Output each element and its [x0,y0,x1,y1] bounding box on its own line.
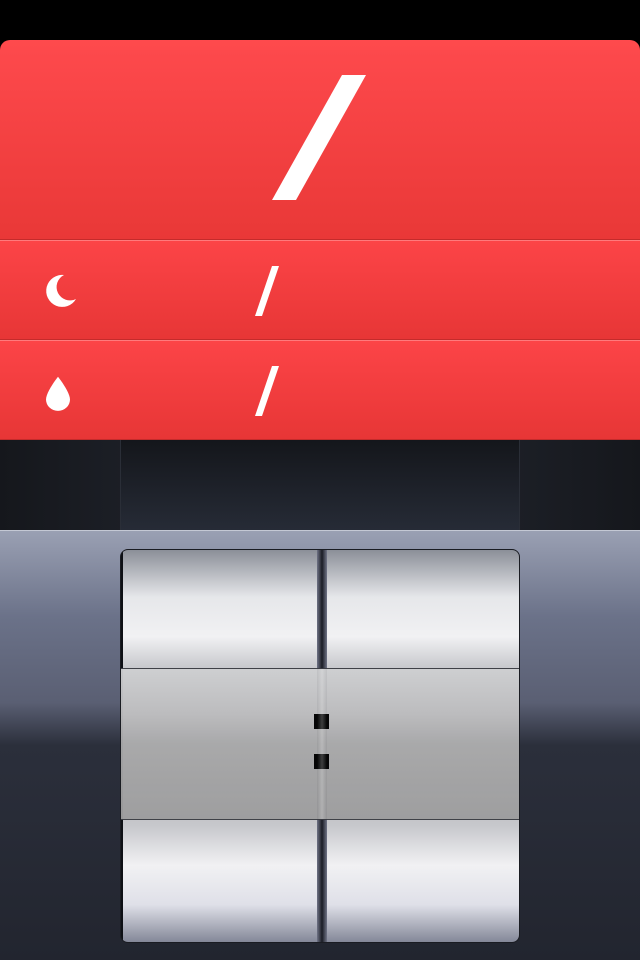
screen [0,0,640,960]
picker-toolbar [0,440,640,530]
time-separator-top-dot [314,714,329,729]
time-picker-area [0,530,640,960]
sleep-row[interactable] [0,240,640,340]
status-bar [0,0,640,40]
picker-toolbar-center [120,440,520,530]
main-value-panel[interactable] [0,40,640,240]
water-row[interactable] [0,340,640,440]
water-drop-icon [46,376,70,411]
sleep-value-slash [255,266,279,316]
time-picker[interactable] [120,549,520,943]
selection-indicator [121,668,519,820]
moon-icon [46,274,76,307]
time-separator-bottom-dot [314,754,329,769]
entry-card [0,40,640,440]
main-slash-glyph [272,75,366,200]
water-value-slash [255,366,279,416]
